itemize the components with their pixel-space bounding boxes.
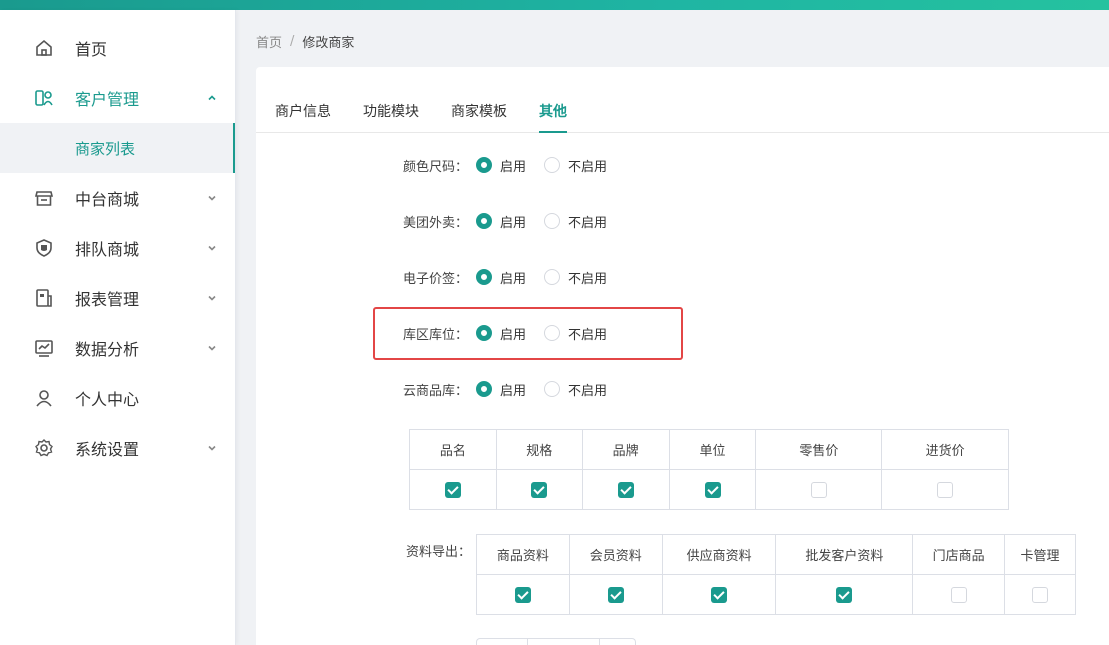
tab-merchant-template[interactable]: 商家模板 bbox=[451, 101, 507, 133]
top-accent-bar bbox=[0, 0, 1109, 10]
cloud-fields-table: 品名 规格 品牌 单位 零售价 进货价 bbox=[409, 429, 1009, 510]
table-header: 会员资料 bbox=[568, 534, 663, 575]
chevron-down-icon bbox=[206, 192, 218, 204]
active-indicator bbox=[233, 123, 235, 173]
sidebar-item-label: 个人中心 bbox=[75, 390, 140, 409]
sidebar-item-analytics[interactable]: 数据分析 bbox=[0, 323, 235, 373]
option-row-storage-location: 库区库位： 启用 不启用 bbox=[256, 318, 856, 348]
option-row-color-size: 颜色尺码： 启用 不启用 bbox=[256, 150, 856, 180]
sidebar-item-reports[interactable]: 报表管理 bbox=[0, 273, 235, 323]
table-header: 供应商资料 bbox=[661, 534, 777, 575]
chevron-down-icon bbox=[206, 242, 218, 254]
option-row-meituan: 美团外卖： 启用 不启用 bbox=[256, 206, 856, 236]
tab-other[interactable]: 其他 bbox=[539, 101, 567, 133]
checkbox-checked[interactable] bbox=[444, 481, 461, 498]
sidebar-item-label: 系统设置 bbox=[75, 440, 140, 459]
checkbox-checked[interactable] bbox=[607, 586, 624, 603]
table-header: 单位 bbox=[668, 429, 757, 470]
chevron-down-icon bbox=[206, 342, 218, 354]
table-header: 规格 bbox=[495, 429, 583, 470]
option-label: 电子价签： bbox=[402, 271, 468, 287]
table-header: 批发客户资料 bbox=[775, 534, 914, 575]
chevron-down-icon bbox=[206, 292, 218, 304]
breadcrumb-separator: / bbox=[290, 34, 295, 49]
radio-disable[interactable]: 不启用 bbox=[544, 268, 607, 287]
sidebar-item-queue-mall[interactable]: 排队商城 bbox=[0, 223, 235, 273]
option-label: 颜色尺码： bbox=[402, 159, 468, 175]
radio-enable[interactable]: 启用 bbox=[476, 380, 526, 399]
checkbox-unchecked[interactable] bbox=[810, 481, 827, 498]
customer-icon bbox=[33, 87, 55, 109]
checkbox-checked[interactable] bbox=[711, 586, 728, 603]
option-label: 库区库位： bbox=[402, 327, 468, 343]
home-icon bbox=[33, 37, 55, 59]
option-label: 云商品库： bbox=[402, 383, 468, 399]
tab-bar: 商户信息 功能模块 商家模板 其他 bbox=[256, 67, 1109, 133]
breadcrumb-home[interactable]: 首页 bbox=[256, 32, 282, 51]
chevron-down-icon bbox=[206, 442, 218, 454]
export-table: 商品资料 会员资料 供应商资料 批发客户资料 门店商品 卡管理 bbox=[476, 534, 1076, 615]
radio-disable[interactable]: 不启用 bbox=[544, 156, 607, 175]
checkbox-unchecked[interactable] bbox=[950, 586, 967, 603]
table-header: 品牌 bbox=[581, 429, 670, 470]
tab-merchant-info[interactable]: 商户信息 bbox=[275, 101, 331, 133]
gear-icon bbox=[33, 437, 55, 459]
radio-disable[interactable]: 不启用 bbox=[544, 380, 607, 399]
sidebar-subitem-merchant-list[interactable]: 商家列表 bbox=[0, 123, 235, 173]
radio-enable[interactable]: 启用 bbox=[476, 156, 526, 175]
sidebar: 首页 客户管理 商家列表 中台商城 排队商城 报表管理 数据分析 个人中心 系统… bbox=[0, 10, 236, 645]
option-row-e-label: 电子价签： 启用 不启用 bbox=[256, 262, 856, 292]
table-header: 卡管理 bbox=[1004, 534, 1076, 575]
radio-enable[interactable]: 启用 bbox=[476, 324, 526, 343]
table-header: 门店商品 bbox=[912, 534, 1006, 575]
sidebar-item-customers[interactable]: 客户管理 bbox=[0, 73, 235, 123]
breadcrumb: 首页 / 修改商家 bbox=[256, 32, 354, 51]
sidebar-item-settings[interactable]: 系统设置 bbox=[0, 423, 235, 473]
option-label: 美团外卖： bbox=[402, 215, 468, 231]
sidebar-item-home[interactable]: 首页 bbox=[0, 23, 235, 73]
checkbox-unchecked[interactable] bbox=[1032, 586, 1049, 603]
table-header: 进货价 bbox=[881, 429, 1009, 470]
sidebar-item-profile[interactable]: 个人中心 bbox=[0, 373, 235, 423]
table-header: 品名 bbox=[409, 429, 497, 470]
export-label: 资料导出： bbox=[406, 545, 472, 560]
breadcrumb-current: 修改商家 bbox=[302, 36, 355, 51]
checkbox-checked[interactable] bbox=[514, 586, 531, 603]
sidebar-item-mall[interactable]: 中台商城 bbox=[0, 173, 235, 223]
store-icon bbox=[33, 187, 55, 209]
checkbox-checked[interactable] bbox=[836, 586, 853, 603]
option-row-cloud-library: 云商品库： 启用 不启用 bbox=[256, 374, 856, 404]
chart-icon bbox=[33, 337, 55, 359]
user-icon bbox=[33, 387, 55, 409]
sidebar-item-label: 数据分析 bbox=[75, 340, 140, 359]
sidebar-item-label: 首页 bbox=[75, 40, 108, 59]
sidebar-item-label: 排队商城 bbox=[75, 240, 140, 259]
radio-enable[interactable]: 启用 bbox=[476, 268, 526, 287]
sidebar-item-label: 客户管理 bbox=[75, 90, 140, 109]
table-header: 零售价 bbox=[755, 429, 883, 470]
sidebar-subitem-label: 商家列表 bbox=[75, 139, 136, 158]
table-header: 商品资料 bbox=[476, 534, 570, 575]
chevron-up-icon bbox=[206, 92, 218, 104]
checkbox-checked[interactable] bbox=[704, 481, 721, 498]
sidebar-item-label: 中台商城 bbox=[75, 190, 140, 209]
report-icon bbox=[33, 287, 55, 309]
radio-enable[interactable]: 启用 bbox=[476, 212, 526, 231]
checkbox-unchecked[interactable] bbox=[937, 481, 954, 498]
partial-table-below bbox=[476, 638, 636, 645]
checkbox-checked[interactable] bbox=[617, 481, 634, 498]
radio-disable[interactable]: 不启用 bbox=[544, 212, 607, 231]
radio-disable[interactable]: 不启用 bbox=[544, 324, 607, 343]
tab-function-modules[interactable]: 功能模块 bbox=[363, 101, 419, 133]
sidebar-item-label: 报表管理 bbox=[75, 290, 140, 309]
checkbox-checked[interactable] bbox=[531, 481, 548, 498]
shield-icon bbox=[33, 237, 55, 259]
